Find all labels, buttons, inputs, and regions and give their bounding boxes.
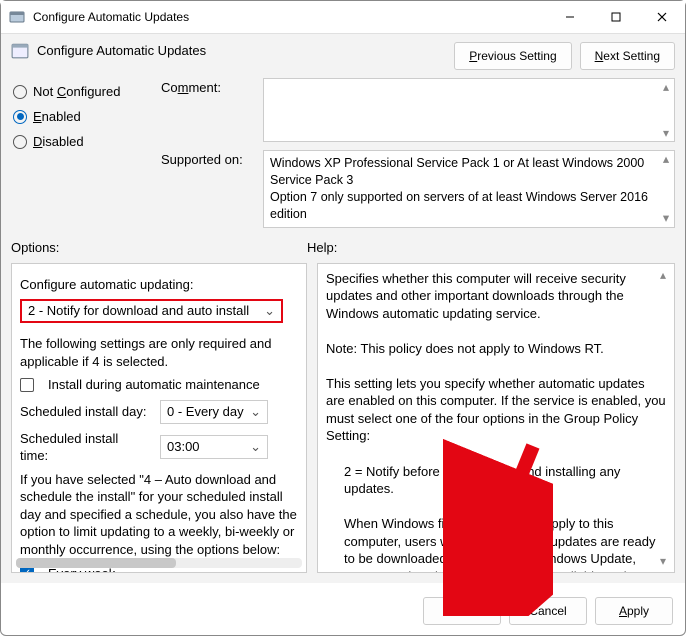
auto-download-text: If you have selected "4 – Auto download … (20, 471, 298, 559)
window-title: Configure Automatic Updates (33, 10, 547, 24)
scroll-down-icon[interactable] (660, 127, 672, 139)
scroll-down-icon[interactable] (660, 213, 672, 225)
chevron-down-icon: ⌄ (264, 302, 275, 320)
following-settings-text: The following settings are only required… (20, 335, 298, 370)
minimize-button[interactable] (547, 1, 593, 33)
next-setting-button[interactable]: Next Setting (580, 42, 675, 70)
help-section-label: Help: (307, 240, 337, 255)
help-panel: Specifies whether this computer will rec… (317, 263, 675, 573)
maximize-button[interactable] (593, 1, 639, 33)
apply-button[interactable]: Apply (595, 597, 673, 625)
policy-title: Configure Automatic Updates (37, 42, 446, 58)
help-paragraph: This setting lets you specify whether au… (326, 375, 666, 445)
radio-disabled[interactable]: Disabled (13, 134, 143, 149)
supported-on-text: Windows XP Professional Service Pack 1 o… (263, 150, 675, 228)
scroll-up-icon[interactable] (660, 153, 672, 165)
app-icon (9, 9, 25, 25)
ok-button[interactable]: OK (423, 597, 501, 625)
dialog-footer: OK Cancel Apply (423, 597, 673, 625)
install-time-label: Scheduled install time: (20, 430, 150, 465)
configure-updating-label: Configure automatic updating: (20, 276, 298, 294)
chevron-down-icon: ⌄ (250, 403, 261, 421)
help-paragraph: When Windows finds updates that apply to… (326, 515, 666, 571)
cancel-button[interactable]: Cancel (509, 597, 587, 625)
previous-setting-button[interactable]: Previous Setting (454, 42, 571, 70)
install-time-dropdown[interactable]: 03:00 ⌄ (160, 435, 268, 459)
scroll-up-icon[interactable] (660, 81, 672, 93)
radio-enabled[interactable]: Enabled (13, 109, 143, 124)
comment-label: Comment: (161, 78, 257, 95)
title-bar: Configure Automatic Updates (1, 1, 685, 33)
close-button[interactable] (639, 1, 685, 33)
install-maintenance-checkbox[interactable]: Install during automatic maintenance (20, 376, 298, 394)
policy-icon (11, 42, 29, 60)
scroll-up-icon[interactable] (660, 268, 666, 282)
options-section-label: Options: (11, 240, 307, 255)
install-day-label: Scheduled install day: (20, 403, 150, 421)
help-paragraph: 2 = Notify before downloading and instal… (326, 463, 666, 498)
install-day-dropdown[interactable]: 0 - Every day ⌄ (160, 400, 268, 424)
radio-not-configured[interactable]: Not Configured (13, 84, 143, 99)
comment-textarea[interactable] (263, 78, 675, 142)
chevron-down-icon: ⌄ (250, 438, 261, 456)
supported-on-label: Supported on: (161, 150, 257, 167)
options-panel: Configure automatic updating: 2 - Notify… (11, 263, 307, 573)
help-paragraph: Note: This policy does not apply to Wind… (326, 340, 666, 358)
options-horizontal-scrollbar[interactable] (16, 558, 302, 568)
configure-updating-dropdown[interactable]: 2 - Notify for download and auto install… (20, 299, 283, 323)
help-paragraph: Specifies whether this computer will rec… (326, 270, 666, 323)
scroll-down-icon[interactable] (660, 554, 666, 568)
